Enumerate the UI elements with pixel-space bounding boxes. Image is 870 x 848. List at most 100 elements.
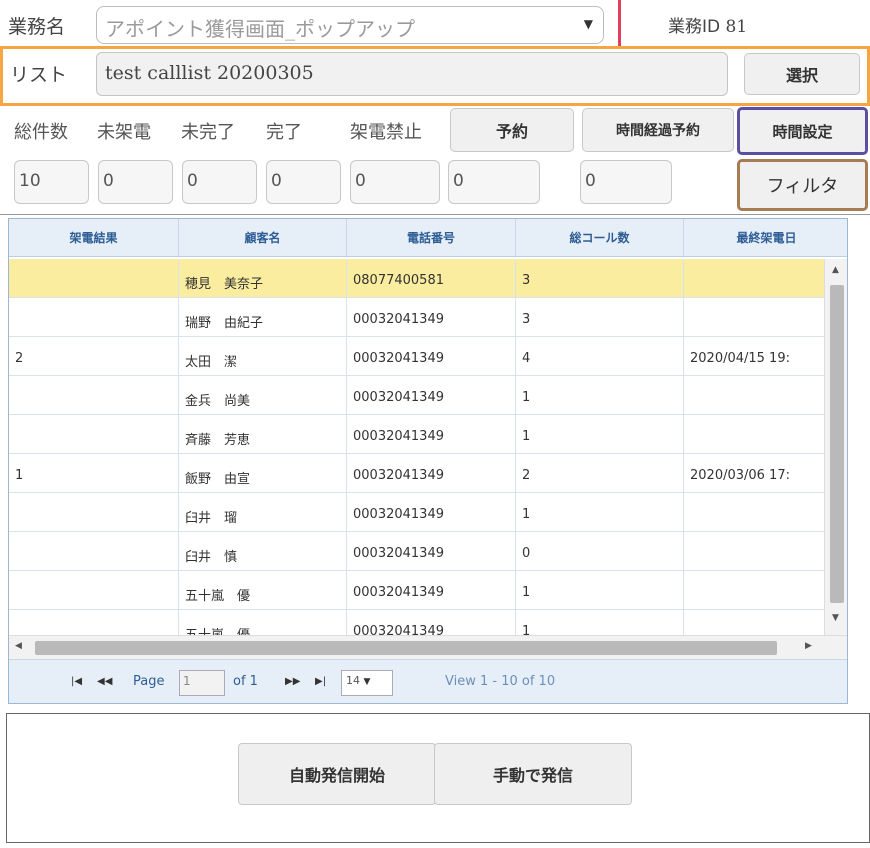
- chevron-down-icon: ▼: [363, 677, 371, 687]
- table-cell: 00032041349: [347, 571, 516, 609]
- list-label: リスト: [10, 64, 68, 86]
- count-blocked[interactable]: 0: [350, 160, 440, 204]
- table-row[interactable]: 臼井 慎 00032041349 0: [9, 532, 824, 571]
- table-row[interactable]: 2 太田 潔 00032041349 4 2020/04/15 19:: [9, 337, 824, 376]
- table-cell: 飯野 由宣: [179, 454, 347, 492]
- col-header-call-count[interactable]: 総コール数: [516, 219, 684, 256]
- first-page-icon[interactable]: |◀: [71, 676, 82, 687]
- view-record-count: View 1 - 10 of 10: [445, 674, 556, 689]
- page-number-input[interactable]: 1: [179, 670, 225, 696]
- table-cell: 00032041349: [347, 454, 516, 492]
- table-cell: 太田 潔: [179, 337, 347, 375]
- table-row[interactable]: 五十嵐 優000320413491: [9, 610, 824, 635]
- table-cell: 瑞野 由紀子: [179, 298, 347, 336]
- prev-page-icon[interactable]: ◀◀: [97, 676, 112, 687]
- table-cell: [684, 610, 824, 635]
- table-cell: [9, 259, 179, 297]
- count-overdue[interactable]: 0: [580, 160, 672, 204]
- scroll-down-icon[interactable]: ▼: [832, 613, 839, 623]
- next-page-icon[interactable]: ▶▶: [285, 676, 300, 687]
- col-header-result[interactable]: 架電結果: [9, 219, 179, 256]
- count-total[interactable]: 10: [14, 160, 89, 204]
- divider: [0, 214, 870, 215]
- horizontal-scrollbar[interactable]: ◀ ▶: [9, 635, 847, 659]
- scroll-right-icon[interactable]: ▶: [805, 641, 812, 651]
- table-cell: 2: [516, 454, 684, 492]
- page-size-value: 14: [346, 674, 360, 687]
- time-setting-button[interactable]: 時間設定: [737, 107, 868, 155]
- table-row[interactable]: 穂見 美奈子 08077400581 3: [9, 259, 824, 298]
- vertical-scroll-thumb[interactable]: [830, 285, 844, 603]
- call-list-grid: 架電結果 顧客名 電話番号 総コール数 最終架電日 穂見 美奈子 08077400…: [8, 218, 848, 704]
- table-cell: 臼井 慎: [179, 532, 347, 570]
- stat-label-blocked: 架電禁止: [350, 122, 422, 143]
- page-total: of 1: [233, 674, 258, 689]
- table-cell: 0: [516, 532, 684, 570]
- table-cell: 00032041349: [347, 298, 516, 336]
- last-page-icon[interactable]: ▶|: [315, 676, 326, 687]
- table-row[interactable]: 瑞野 由紀子 00032041349 3: [9, 298, 824, 337]
- count-incomplete[interactable]: 0: [182, 160, 257, 204]
- table-cell: 00032041349: [347, 610, 516, 635]
- table-row[interactable]: 五十嵐 優000320413491: [9, 571, 824, 610]
- table-cell: [9, 415, 179, 453]
- table-cell: [684, 376, 824, 414]
- count-complete[interactable]: 0: [266, 160, 341, 204]
- table-cell: 00032041349: [347, 376, 516, 414]
- table-cell: 08077400581: [347, 259, 516, 297]
- stat-label-complete: 完了: [266, 122, 302, 143]
- stat-label-incomplete: 未完了: [181, 122, 235, 143]
- count-uncalled[interactable]: 0: [98, 160, 173, 204]
- count-reserve[interactable]: 0: [448, 160, 540, 204]
- col-header-last-call[interactable]: 最終架電日: [684, 219, 847, 256]
- table-row[interactable]: 臼井 瑠 00032041349 1: [9, 493, 824, 532]
- table-cell: 1: [516, 571, 684, 609]
- stat-label-total: 総件数: [14, 122, 68, 143]
- table-cell: 金兵 尚美: [179, 376, 347, 414]
- task-name-label: 業務名: [8, 16, 66, 38]
- table-cell: 2020/03/06 17:: [690, 468, 790, 483]
- horizontal-scroll-thumb[interactable]: [35, 641, 777, 655]
- table-cell: 2020/04/15 19:: [690, 351, 790, 366]
- table-cell: 五十嵐 優: [179, 610, 347, 635]
- auto-call-start-button[interactable]: 自動発信開始: [238, 743, 436, 805]
- table-cell: [684, 532, 824, 570]
- table-cell: 斉藤 芳恵: [179, 415, 347, 453]
- table-cell: 1: [9, 454, 179, 492]
- table-cell: [684, 493, 824, 531]
- table-cell: 00032041349: [347, 532, 516, 570]
- stat-label-uncalled: 未架電: [97, 122, 151, 143]
- table-cell: [684, 259, 824, 297]
- divider: [618, 0, 621, 46]
- manual-call-button[interactable]: 手動で発信: [434, 743, 632, 805]
- overdue-reserve-button[interactable]: 時間経過予約: [582, 108, 734, 152]
- task-id-label: 業務ID 81: [668, 17, 748, 37]
- filter-button[interactable]: フィルタ: [737, 159, 868, 211]
- table-cell: [9, 571, 179, 609]
- table-row[interactable]: 金兵 尚美 00032041349 1: [9, 376, 824, 415]
- col-header-phone[interactable]: 電話番号: [347, 219, 516, 256]
- table-cell: 穂見 美奈子: [179, 259, 347, 297]
- table-cell: 3: [516, 259, 684, 297]
- page-size-select[interactable]: 14 ▼: [341, 670, 393, 696]
- scroll-up-icon[interactable]: ▲: [832, 265, 839, 275]
- reserve-button[interactable]: 予約: [450, 108, 574, 152]
- table-cell: [684, 571, 824, 609]
- table-cell: [9, 532, 179, 570]
- page-label: Page: [133, 674, 165, 689]
- list-input[interactable]: test calllist 20200305: [96, 52, 728, 96]
- table-row[interactable]: 斉藤 芳恵 00032041349 1: [9, 415, 824, 454]
- grid-header: 架電結果 顧客名 電話番号 総コール数 最終架電日: [9, 219, 847, 257]
- task-name-select[interactable]: アポイント獲得画面_ポップアップ ▼: [96, 6, 604, 44]
- col-header-customer[interactable]: 顧客名: [179, 219, 347, 256]
- table-cell: [684, 298, 824, 336]
- select-button[interactable]: 選択: [744, 53, 860, 95]
- table-cell: 五十嵐 優: [179, 571, 347, 609]
- chevron-down-icon: ▼: [583, 17, 593, 31]
- task-id-value: 81: [725, 17, 748, 37]
- table-cell: 3: [516, 298, 684, 336]
- vertical-scrollbar[interactable]: ▲ ▼: [824, 259, 847, 635]
- table-cell: 4: [516, 337, 684, 375]
- scroll-left-icon[interactable]: ◀: [15, 641, 22, 651]
- table-row[interactable]: 1 飯野 由宣 00032041349 2 2020/03/06 17:: [9, 454, 824, 493]
